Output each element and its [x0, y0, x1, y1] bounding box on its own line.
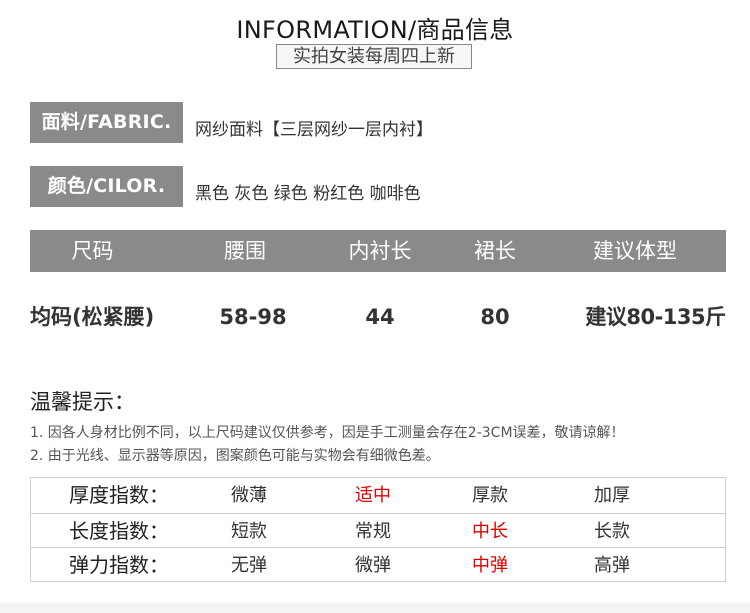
color-label: 颜色/CILOR.	[30, 166, 183, 207]
header-lining-length: 内衬长	[348, 239, 412, 263]
option-short: 短款	[231, 521, 267, 542]
option-regular: 常规	[355, 521, 391, 542]
option-long: 长款	[594, 521, 630, 542]
tip-item: 1. 因各人身材比例不同，以上尺码建议仅供参考，因是手工测量会存在2-3CM误差…	[30, 425, 625, 441]
option-slight-stretch: 微弹	[355, 555, 391, 576]
fabric-value: 网纱面料【三层网纱一层内衬】	[195, 120, 433, 140]
cell-waist: 58-98	[219, 305, 287, 329]
tips-title: 温馨提示：	[30, 390, 135, 414]
length-label: 长度指数：	[69, 519, 169, 543]
cell-skirt-length: 80	[480, 305, 510, 329]
thickness-row: 厚度指数： 微薄 适中 厚款 加厚	[31, 478, 725, 513]
cell-lining-length: 44	[365, 305, 395, 329]
header-waist: 腰围	[224, 239, 266, 263]
page-title: INFORMATION/商品信息	[236, 16, 514, 44]
header-size: 尺码	[71, 239, 114, 263]
option-moderate: 适中	[355, 485, 391, 506]
option-very-thin: 微薄	[231, 485, 267, 506]
option-no-stretch: 无弹	[231, 555, 267, 576]
option-midi: 中长	[472, 521, 508, 542]
header-skirt-length: 裙长	[474, 239, 516, 263]
length-row: 长度指数： 短款 常规 中长 长款	[31, 513, 725, 549]
option-thick: 厚款	[472, 485, 508, 506]
elasticity-row: 弹力指数： 无弹 微弹 中弹 高弹	[31, 547, 725, 583]
color-value: 黑色 灰色 绿色 粉红色 咖啡色	[195, 184, 421, 204]
elasticity-label: 弹力指数：	[69, 553, 169, 577]
header-body-type: 建议体型	[593, 239, 677, 263]
cell-size: 均码(松紧腰)	[30, 305, 155, 329]
thickness-label: 厚度指数：	[69, 483, 169, 507]
option-extra-thick: 加厚	[594, 485, 630, 506]
bottom-divider	[0, 603, 750, 613]
option-high-stretch: 高弹	[594, 555, 630, 576]
subtitle-badge: 实拍女装每周四上新	[276, 44, 472, 69]
cell-body-type: 建议80-135斤	[585, 305, 726, 329]
size-table-header: 尺码 腰围 内衬长 裙长 建议体型	[30, 230, 726, 272]
tip-item: 2. 由于光线、显示器等原因，图案颜色可能与实物会有细微色差。	[30, 448, 440, 464]
fabric-label: 面料/FABRIC.	[30, 102, 183, 143]
index-table: 厚度指数： 微薄 适中 厚款 加厚 长度指数： 短款 常规 中长 长款 弹力指数…	[30, 477, 726, 582]
option-medium-stretch: 中弹	[472, 555, 508, 576]
